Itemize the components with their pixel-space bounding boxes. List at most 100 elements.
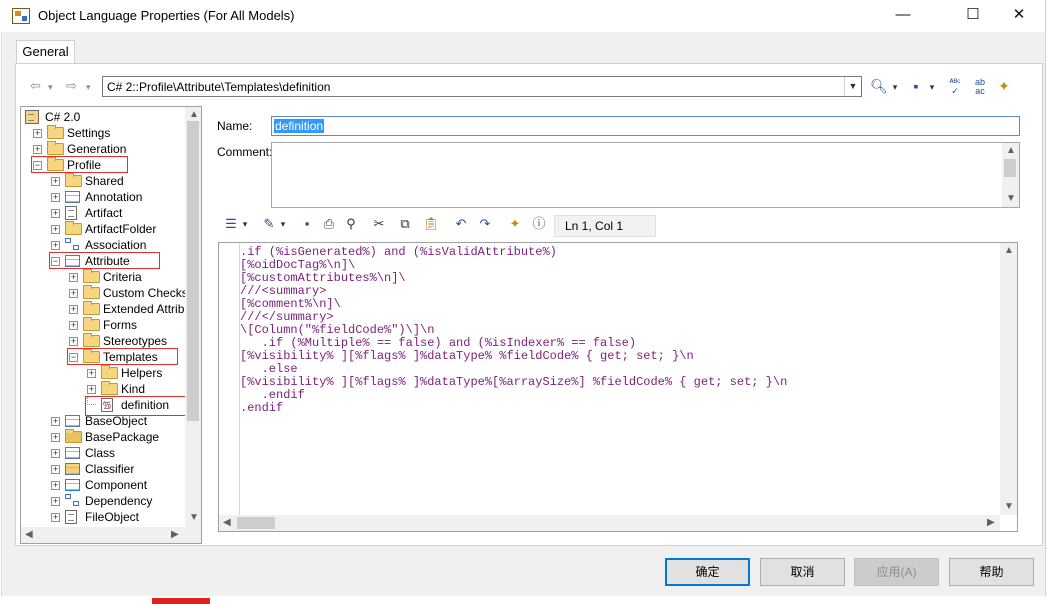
expand-icon[interactable]: +	[51, 209, 60, 218]
scrollbar-thumb[interactable]	[187, 121, 199, 421]
tab-general[interactable]: General	[16, 40, 75, 64]
redo-icon[interactable]: ↷	[476, 214, 494, 234]
expand-icon[interactable]: +	[51, 513, 60, 522]
expand-icon[interactable]: +	[51, 417, 60, 426]
package-icon	[65, 429, 82, 443]
table-icon	[65, 415, 80, 427]
cut-icon[interactable]: ✂	[370, 214, 388, 234]
back-arrow-icon[interactable]: ⇦	[30, 78, 41, 96]
tree-node-label: BasePackage	[85, 430, 160, 444]
copy-icon[interactable]: ⧉	[396, 214, 414, 234]
name-value: definition	[274, 119, 325, 133]
expand-icon[interactable]: +	[69, 289, 78, 298]
scrollbar-thumb[interactable]	[237, 517, 275, 529]
highlight-box	[31, 156, 128, 173]
chevron-down-icon[interactable]: ▾	[278, 214, 288, 234]
ok-button[interactable]: 确定	[665, 558, 750, 586]
scroll-down-icon[interactable]: ▼	[189, 512, 199, 523]
association-icon	[65, 238, 81, 252]
chevron-down-icon[interactable]: ▼	[844, 77, 861, 96]
comment-field[interactable]: ▲ ▼	[271, 142, 1020, 208]
forward-arrow-icon[interactable]: ⇨	[66, 78, 77, 96]
scrollbar-corner	[185, 527, 201, 543]
app-icon	[12, 8, 30, 24]
tree-node-label: Helpers	[121, 366, 163, 380]
path-combobox[interactable]: C# 2::Profile\Attribute\Templates\defini…	[102, 76, 862, 97]
save-icon[interactable]: ▪	[298, 214, 316, 234]
apply-button[interactable]: 应用(A)	[854, 558, 939, 586]
expand-icon[interactable]: +	[51, 497, 60, 506]
editor-menu-icon[interactable]: ☰	[222, 214, 240, 234]
chevron-down-icon[interactable]: ▾	[927, 82, 937, 100]
chevron-down-icon[interactable]: ▾	[890, 82, 900, 100]
scroll-down-icon[interactable]: ▼	[1004, 501, 1014, 512]
tree-node-label: C# 2.0	[45, 110, 81, 124]
properties-icon[interactable]: ✦	[994, 78, 1014, 96]
code-area[interactable]: .if (%isGenerated%) and (%isValidAttribu…	[220, 243, 1000, 515]
spellcheck-icon[interactable]: ᴬᴮᶜ ✓	[945, 78, 965, 96]
expand-icon[interactable]: +	[33, 145, 42, 154]
expand-icon[interactable]: +	[51, 465, 60, 474]
expand-icon[interactable]: +	[51, 225, 60, 234]
background-element	[152, 598, 210, 604]
help-button[interactable]: 帮助	[949, 558, 1034, 586]
expand-icon[interactable]: +	[51, 481, 60, 490]
undo-icon[interactable]: ↶	[452, 214, 470, 234]
scroll-up-icon[interactable]: ▲	[1004, 245, 1014, 256]
expand-icon[interactable]: +	[51, 241, 60, 250]
code-line: .endif	[240, 401, 284, 415]
tree-vertical-scrollbar[interactable]: ▲ ▼	[185, 107, 201, 527]
scroll-up-icon[interactable]: ▲	[1006, 145, 1016, 156]
expand-icon[interactable]: +	[69, 273, 78, 282]
expand-icon[interactable]: +	[51, 177, 60, 186]
tree-node-label: BaseObject	[85, 414, 148, 428]
tree-node-label: Shared	[85, 174, 124, 188]
expand-icon[interactable]: +	[87, 369, 96, 378]
scroll-right-icon[interactable]: ▶	[171, 529, 179, 540]
expand-icon[interactable]: +	[51, 193, 60, 202]
tree-node-label: FileObject	[85, 510, 140, 524]
editor-horizontal-scrollbar[interactable]: ◀ ▶	[219, 515, 1000, 531]
comment-scrollbar[interactable]: ▲ ▼	[1002, 143, 1019, 207]
help-icon[interactable]: ⓘ	[530, 214, 548, 234]
expand-icon[interactable]: +	[33, 129, 42, 138]
replace-icon[interactable]: ab ac	[970, 78, 990, 96]
chevron-down-icon[interactable]: ▾	[240, 214, 250, 234]
object-tree[interactable]: C# 2.0 + Settings + Generation − Profile + Share…	[20, 106, 202, 544]
tree-node-label: Classifier	[85, 462, 135, 476]
close-button[interactable]: ✕	[996, 0, 1042, 32]
scroll-up-icon[interactable]: ▲	[189, 109, 199, 120]
scrollbar-thumb[interactable]	[1004, 159, 1016, 177]
forward-dropdown-icon[interactable]: ▾	[86, 82, 91, 100]
minimize-button[interactable]: —	[880, 0, 926, 32]
paste-icon[interactable]: 📋︎	[422, 214, 440, 234]
find-icon[interactable]: ⚲	[342, 214, 360, 234]
expand-icon[interactable]: +	[51, 449, 60, 458]
expand-icon[interactable]: +	[69, 337, 78, 346]
scroll-left-icon[interactable]: ◀	[25, 529, 33, 540]
folder-icon	[83, 333, 100, 347]
window-title: Object Language Properties (For All Mode…	[38, 8, 295, 23]
scroll-left-icon[interactable]: ◀	[223, 517, 231, 528]
insert-icon[interactable]: ✦	[506, 214, 524, 234]
scroll-right-icon[interactable]: ▶	[987, 517, 995, 528]
print-icon[interactable]: ⎙	[320, 214, 338, 234]
back-dropdown-icon[interactable]: ▾	[48, 82, 53, 100]
expand-icon[interactable]: +	[51, 433, 60, 442]
editor-vertical-scrollbar[interactable]: ▲ ▼	[1000, 243, 1017, 515]
scroll-down-icon[interactable]: ▼	[1006, 193, 1016, 204]
maximize-button[interactable]: ☐	[950, 0, 996, 32]
tree-horizontal-scrollbar[interactable]: ◀ ▶	[21, 527, 185, 543]
expand-icon[interactable]: +	[87, 385, 96, 394]
expand-icon[interactable]: +	[69, 305, 78, 314]
document-icon	[65, 206, 77, 220]
name-field[interactable]: definition	[271, 116, 1020, 136]
cancel-button[interactable]: 取消	[760, 558, 845, 586]
edit-icon[interactable]: ✎	[260, 214, 278, 234]
association-icon	[65, 494, 81, 508]
expand-icon[interactable]: +	[69, 321, 78, 330]
code-line: [%visibility% ][%flags% ]%dataType%[%arr…	[240, 375, 788, 389]
template-editor[interactable]: .if (%isGenerated%) and (%isValidAttribu…	[218, 242, 1018, 532]
save-icon[interactable]: ▪	[907, 78, 925, 96]
find-icon[interactable]: 🔍︎	[870, 78, 888, 96]
